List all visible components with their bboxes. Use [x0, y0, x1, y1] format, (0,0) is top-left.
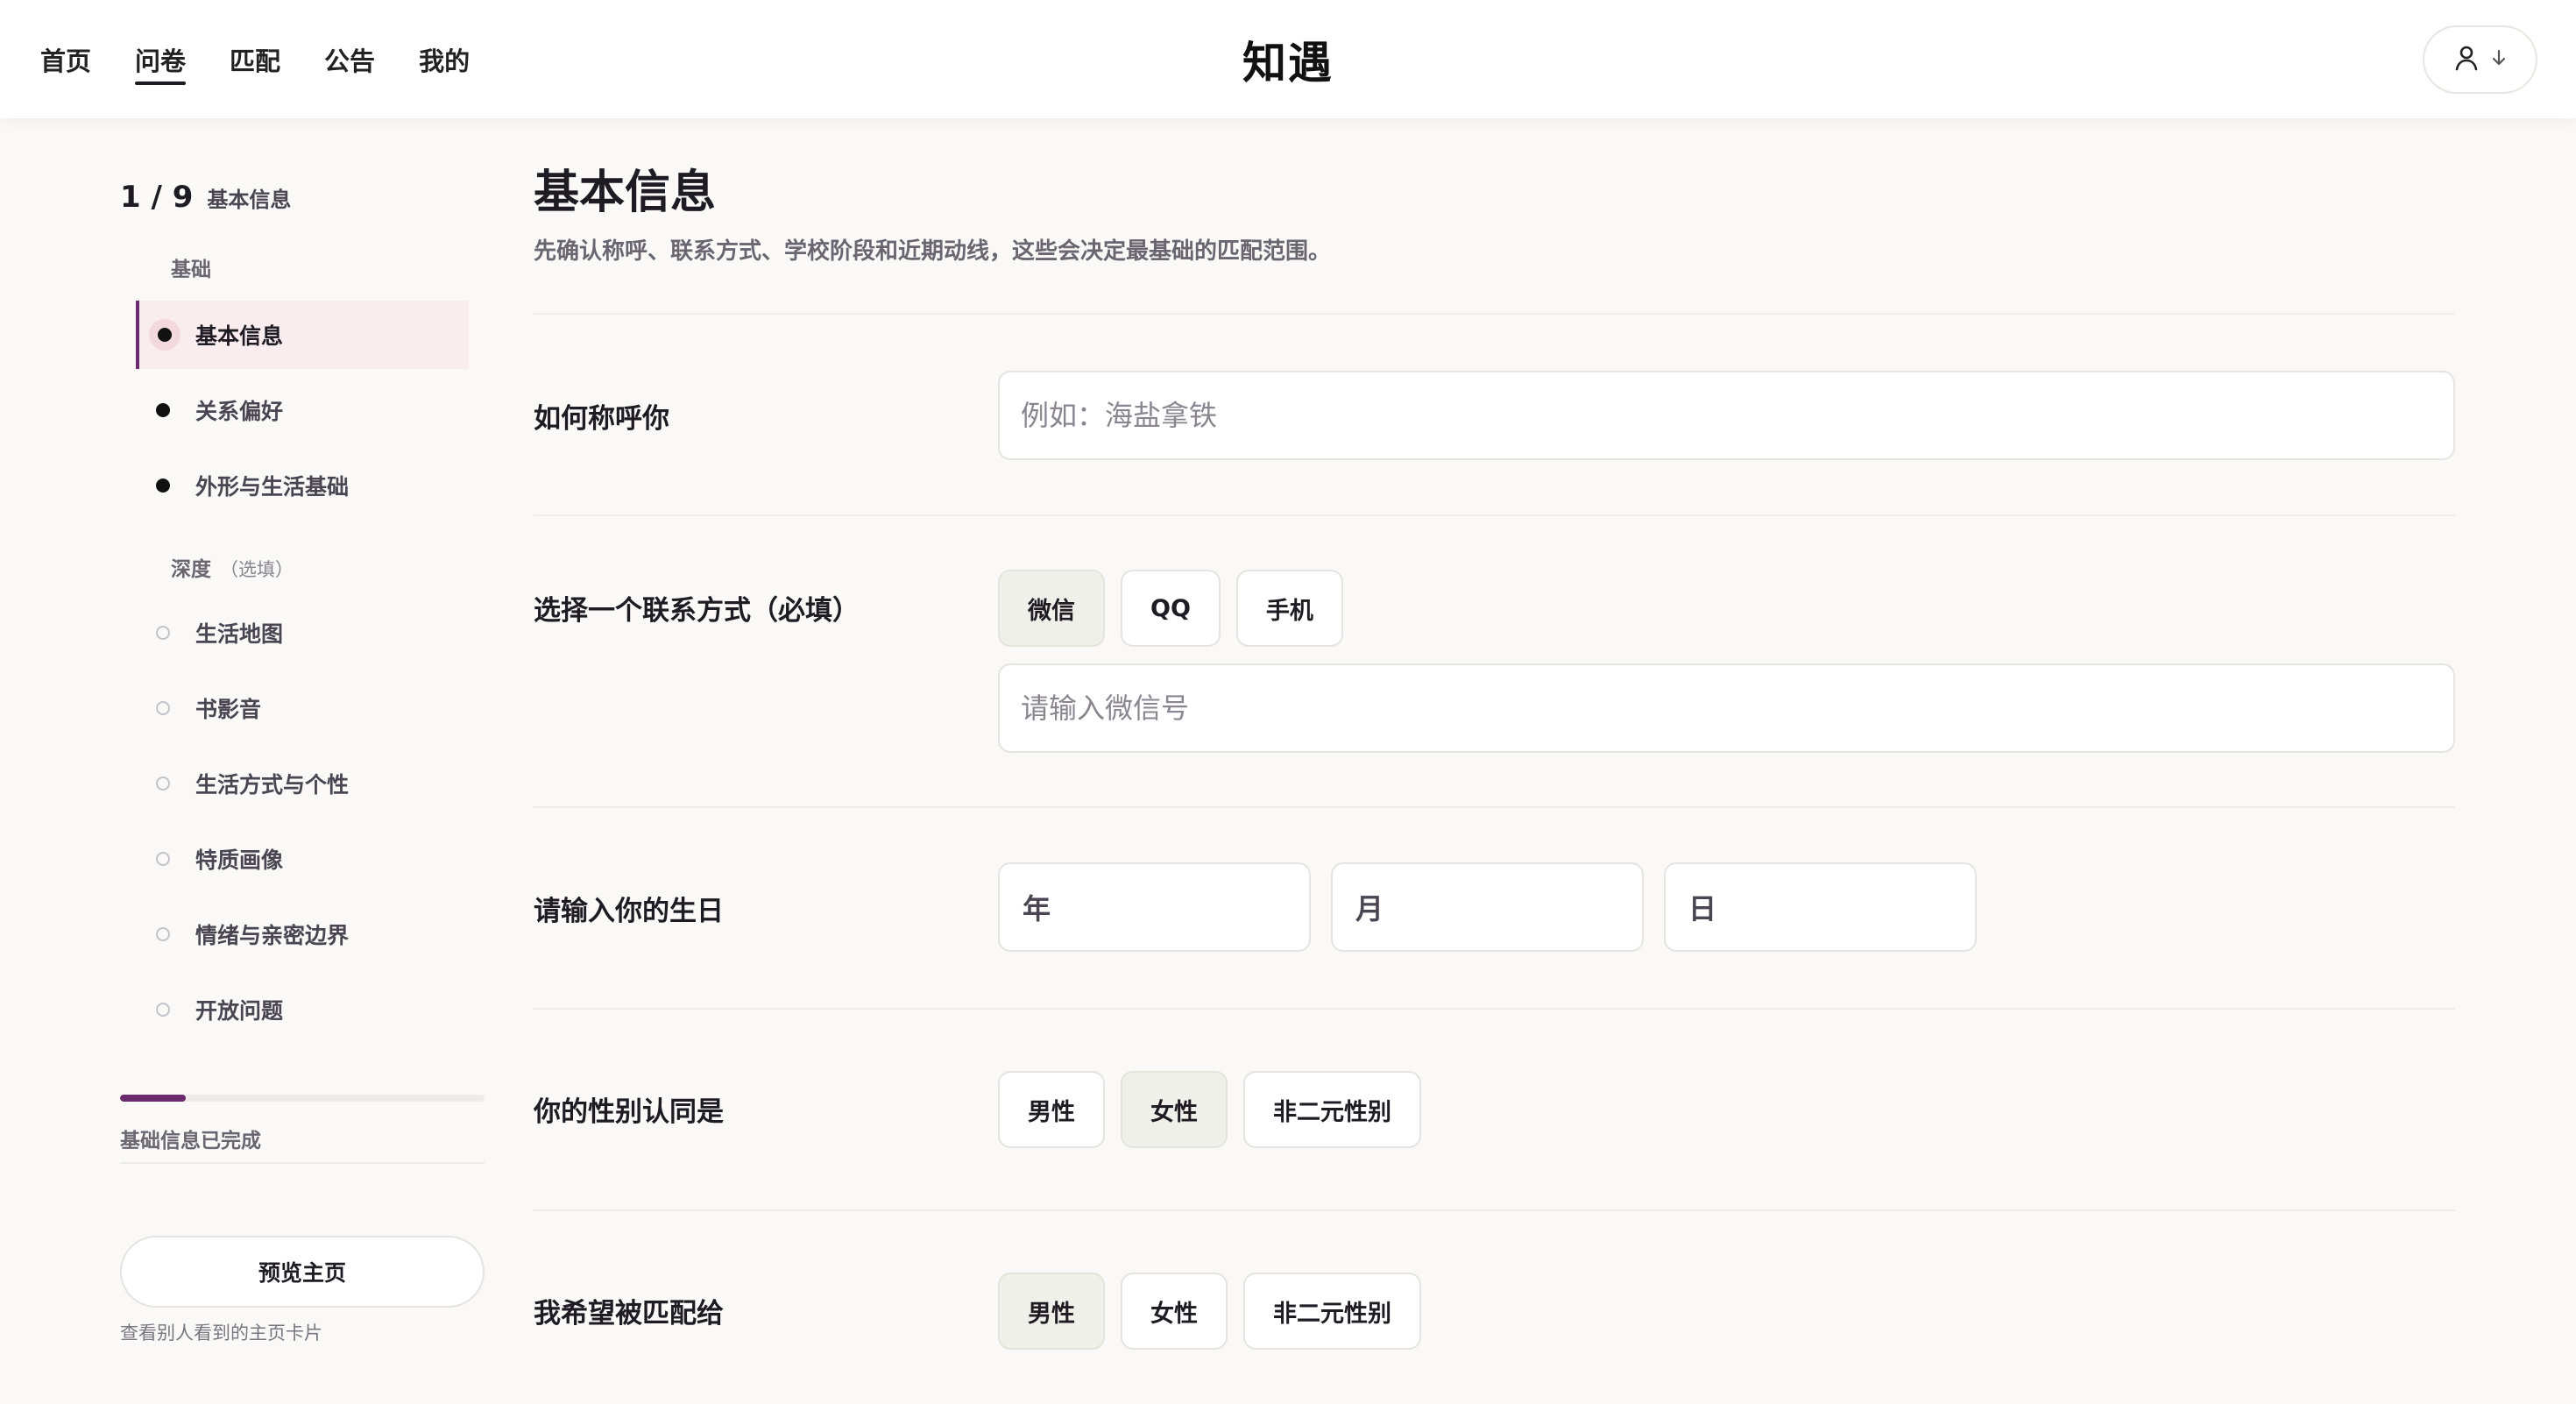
- optional-ring-icon: [136, 927, 190, 941]
- optional-ring-icon: [136, 776, 190, 791]
- preview-hint-text: 查看别人看到的主页卡片: [120, 1322, 322, 1344]
- birthday-month-input[interactable]: 月: [1331, 862, 1644, 952]
- section-divider: [534, 514, 2455, 516]
- section-divider: [534, 1209, 2455, 1211]
- gender-option-male[interactable]: 男性: [998, 1071, 1105, 1148]
- contact-id-input[interactable]: [998, 663, 2455, 753]
- gender-identity-label: 你的性别认同是: [534, 1096, 724, 1128]
- nav-item-announcements[interactable]: 公告: [324, 0, 375, 118]
- section-divider: [534, 806, 2455, 808]
- sidebar-item-label: 特质画像: [195, 847, 284, 873]
- section-label-depth: 深度 （选填）: [171, 552, 294, 582]
- contact-method-label: 选择一个联系方式（必填）: [534, 595, 860, 627]
- sidebar-item-label: 生活地图: [195, 621, 284, 647]
- section-divider: [534, 313, 2455, 315]
- sidebar-item-label: 外形与生活基础: [195, 474, 350, 500]
- sidebar-item-books-media[interactable]: 书影音: [136, 674, 469, 742]
- contact-option-phone[interactable]: 手机: [1235, 570, 1343, 647]
- progress-status-text: 基础信息已完成: [120, 1130, 261, 1152]
- progress-bar: [120, 1095, 485, 1102]
- section-label-text: 基础: [171, 259, 211, 281]
- gender-option-female[interactable]: 女性: [1121, 1071, 1228, 1148]
- page-title: 基本信息: [534, 167, 717, 219]
- contact-option-qq[interactable]: QQ: [1121, 570, 1221, 647]
- sidebar-item-emotion-boundaries[interactable]: 情绪与亲密边界: [136, 900, 469, 968]
- gender-identity-options: 男性 女性 非二元性别: [998, 1071, 1421, 1148]
- sidebar-item-trait-portrait[interactable]: 特质画像: [136, 825, 469, 893]
- nav-item-questionnaire[interactable]: 问卷: [135, 0, 187, 118]
- top-navbar: 首页 问卷 匹配 公告 我的 知遇: [0, 0, 2576, 118]
- nickname-label: 如何称呼你: [534, 403, 669, 435]
- sidebar-item-relationship-preference[interactable]: 关系偏好: [136, 376, 469, 444]
- nickname-input[interactable]: [998, 371, 2455, 460]
- match-option-male[interactable]: 男性: [998, 1273, 1105, 1350]
- step-name: 基本信息: [207, 188, 292, 212]
- required-dot-icon: [136, 479, 190, 493]
- birthday-label: 请输入你的生日: [534, 896, 724, 927]
- sidebar-item-label: 书影音: [195, 697, 262, 722]
- section-label-text: 深度: [171, 558, 211, 581]
- nav-item-match[interactable]: 匹配: [230, 0, 280, 118]
- section-divider: [534, 1008, 2455, 1010]
- current-step-dot-icon: [139, 319, 190, 351]
- sidebar-item-basic-info[interactable]: 基本信息: [136, 301, 469, 369]
- optional-ring-icon: [136, 1003, 190, 1017]
- birthday-year-input[interactable]: 年: [998, 862, 1311, 952]
- arrow-down-icon: [2492, 49, 2506, 70]
- optional-ring-icon: [136, 701, 190, 715]
- sidebar-item-life-map[interactable]: 生活地图: [136, 599, 469, 667]
- sidebar-divider: [120, 1162, 485, 1164]
- birthday-day-input[interactable]: 日: [1664, 862, 1977, 952]
- step-count: 1 / 9: [120, 180, 194, 215]
- match-gender-options: 男性 女性 非二元性别: [998, 1273, 1421, 1350]
- user-menu-button[interactable]: [2423, 25, 2537, 94]
- sidebar-item-label: 关系偏好: [195, 399, 284, 424]
- match-option-nonbinary[interactable]: 非二元性别: [1243, 1273, 1421, 1350]
- progress-bar-fill: [120, 1095, 186, 1102]
- gender-option-nonbinary[interactable]: 非二元性别: [1243, 1071, 1421, 1148]
- sidebar-item-label: 开放问题: [195, 998, 284, 1024]
- page-description: 先确认称呼、联系方式、学校阶段和近期动线，这些会决定最基础的匹配范围。: [534, 238, 1332, 265]
- sidebar-item-appearance-basics[interactable]: 外形与生活基础: [136, 451, 469, 520]
- sidebar-item-lifestyle-personality[interactable]: 生活方式与个性: [136, 749, 469, 818]
- questionnaire-sidebar: 1 / 9 基本信息 基础 基本信息 关系偏好 外形与生活基础 深度 （选填） 生…: [120, 118, 485, 1404]
- nav-item-home[interactable]: 首页: [40, 0, 91, 118]
- sidebar-item-label: 基本信息: [195, 323, 284, 349]
- brand-logo[interactable]: 知遇: [1157, 0, 1419, 118]
- optional-ring-icon: [136, 626, 190, 640]
- sidebar-item-label: 情绪与亲密边界: [195, 923, 350, 948]
- contact-option-wechat[interactable]: 微信: [998, 570, 1105, 647]
- nav-item-mine[interactable]: 我的: [419, 0, 470, 118]
- main-nav: 首页 问卷 匹配 公告 我的: [40, 0, 470, 118]
- section-label-basic: 基础: [171, 252, 211, 282]
- optional-note: （选填）: [220, 559, 294, 580]
- preview-homepage-button[interactable]: 预览主页: [120, 1236, 485, 1308]
- user-icon: [2455, 45, 2478, 74]
- sidebar-item-label: 生活方式与个性: [195, 772, 350, 798]
- birthday-inputs: 年 月 日: [998, 862, 1988, 952]
- match-gender-label: 我希望被匹配给: [534, 1298, 724, 1330]
- optional-ring-icon: [136, 852, 190, 866]
- step-indicator: 1 / 9 基本信息: [120, 180, 291, 215]
- sidebar-item-open-questions[interactable]: 开放问题: [136, 975, 469, 1044]
- contact-method-options: 微信 QQ 手机: [998, 570, 1343, 647]
- required-dot-icon: [136, 403, 190, 417]
- match-option-female[interactable]: 女性: [1121, 1273, 1228, 1350]
